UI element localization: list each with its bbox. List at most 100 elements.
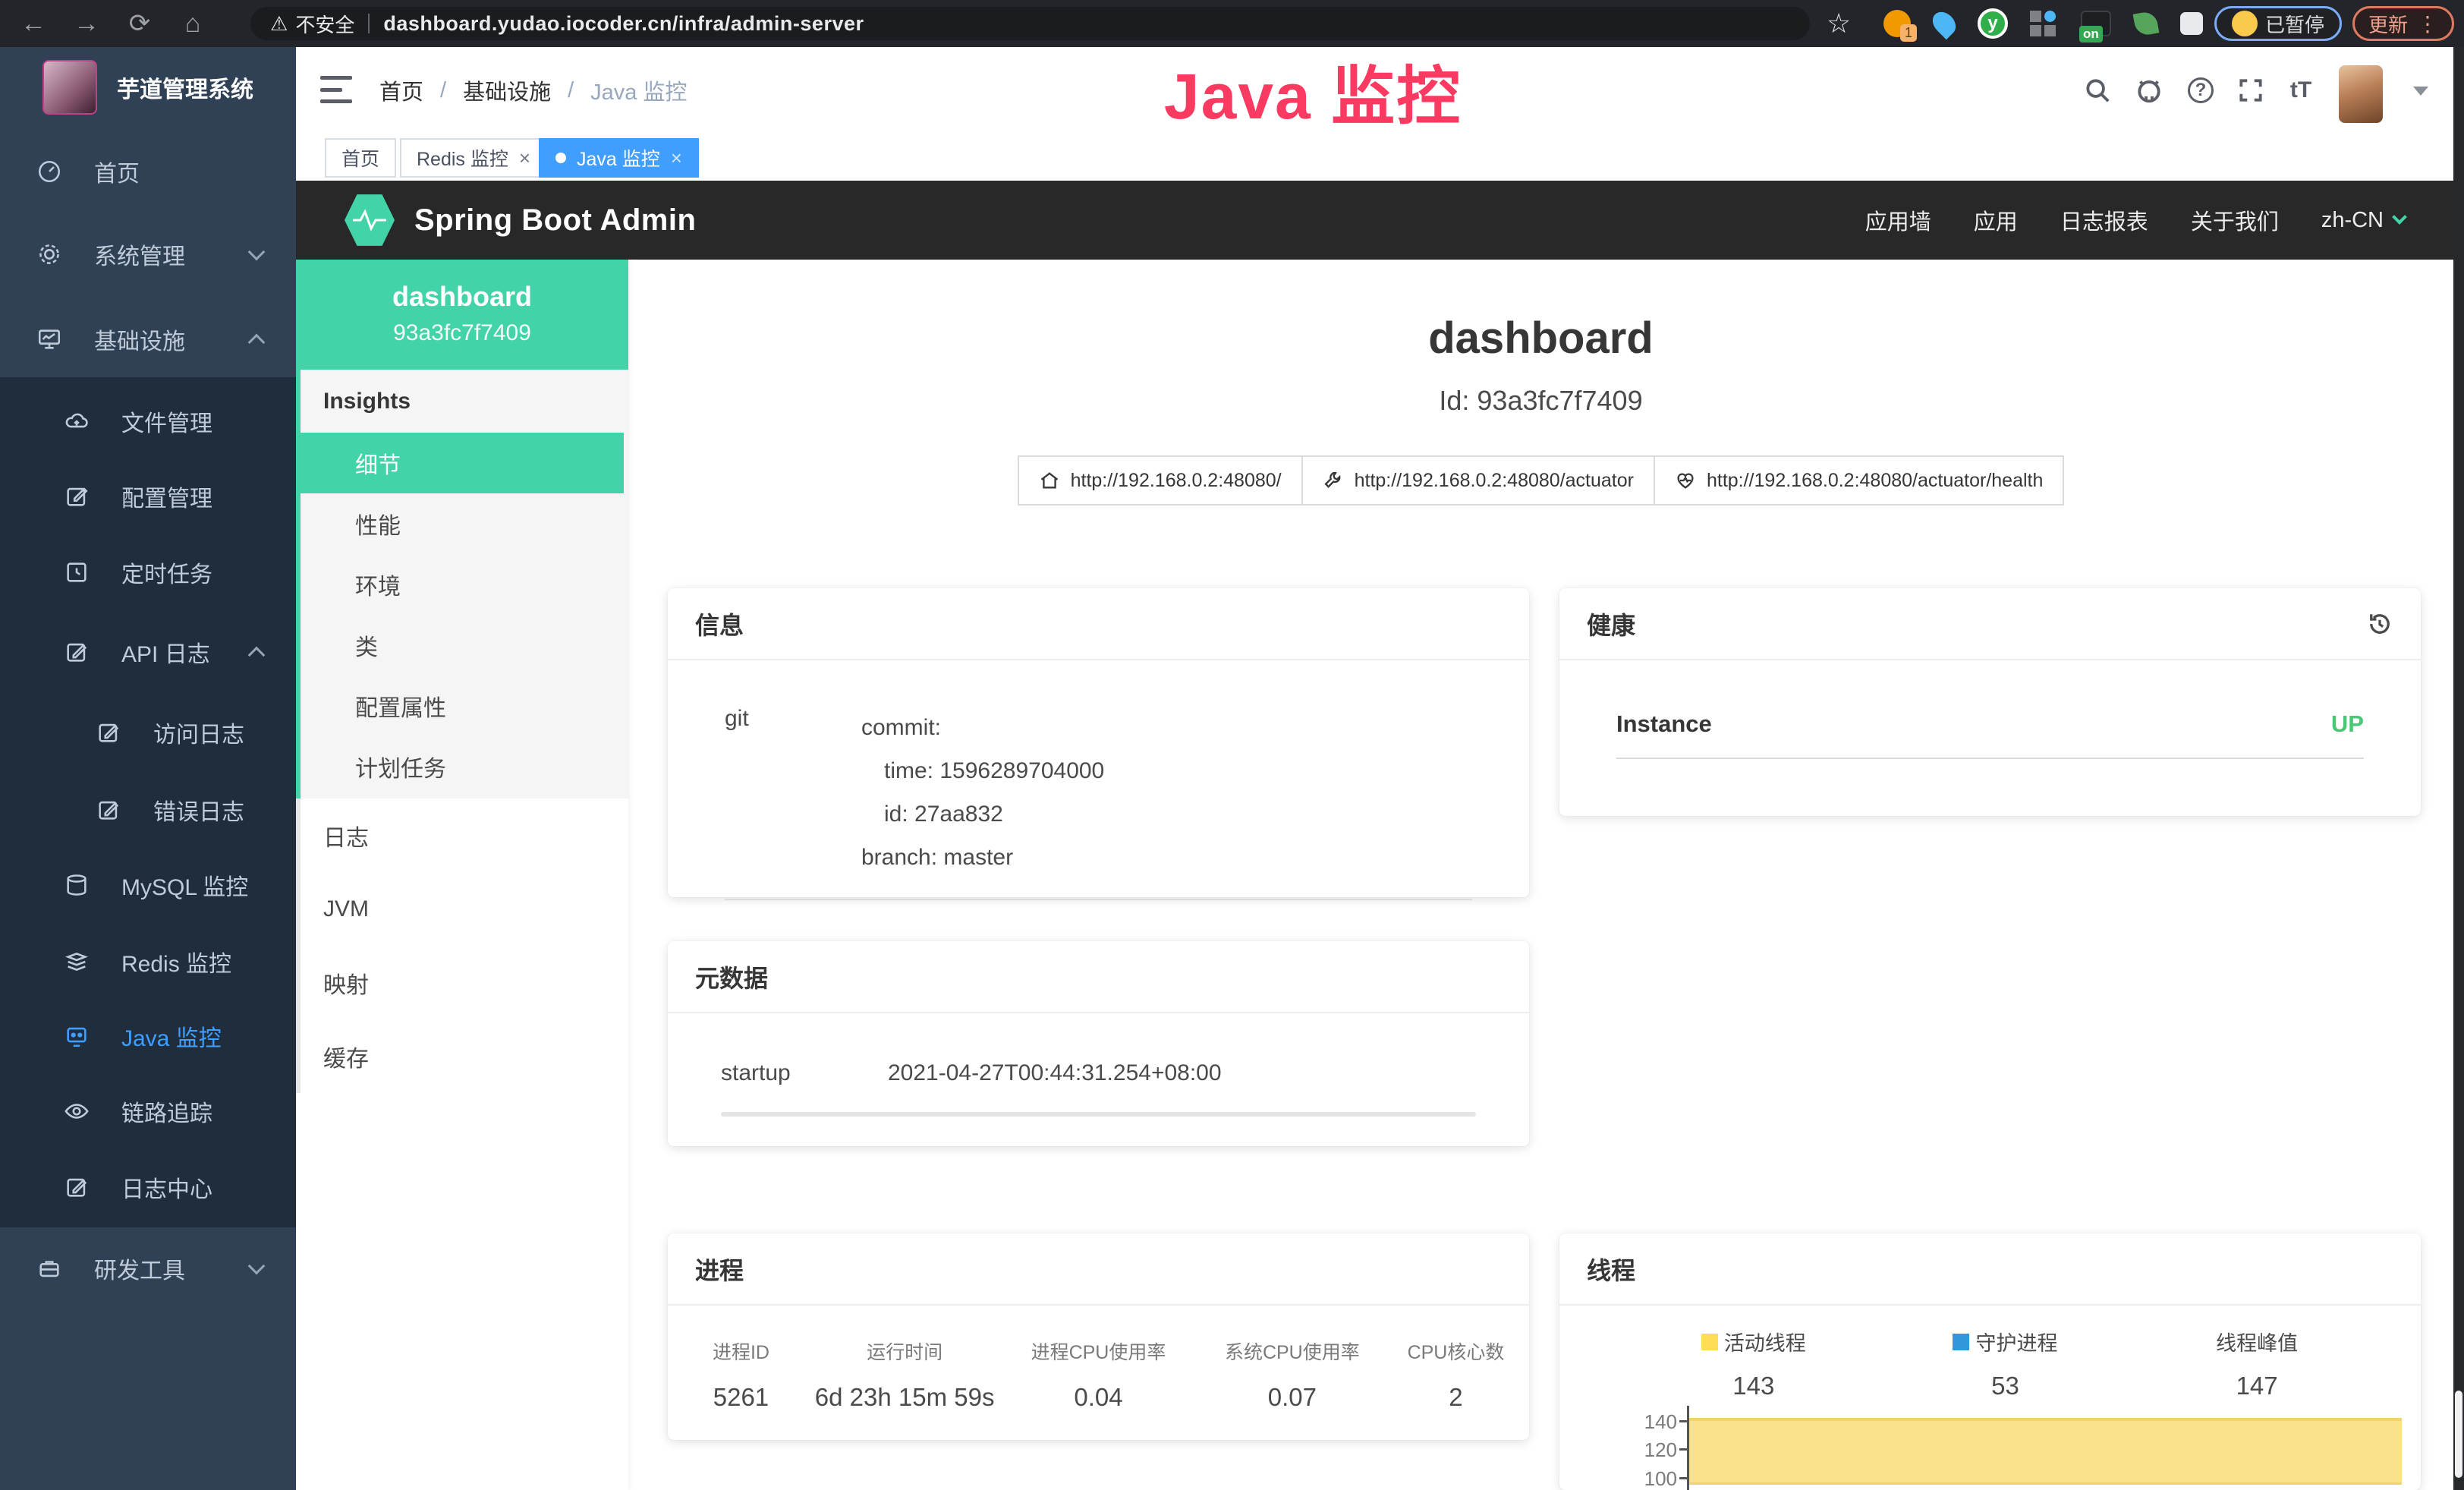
history-icon[interactable] — [2366, 610, 2393, 638]
address-bar[interactable]: ⚠ 不安全 dashboard.yudao.iocoder.cn/infra/a… — [250, 7, 1810, 40]
log-icon — [64, 639, 90, 665]
browser-menu-kebab-icon[interactable] — [2417, 11, 2438, 36]
help-icon[interactable] — [2179, 47, 2222, 134]
extension-colorzilla-icon[interactable]: 1 — [1880, 6, 1914, 41]
sidebar-item-access-log[interactable]: 访问日志 — [0, 695, 296, 770]
sidebar-item-error-log[interactable]: 错误日志 — [0, 772, 296, 848]
security-warning-label: 不安全 — [295, 10, 354, 38]
sba-link-about[interactable]: 关于我们 — [2191, 204, 2279, 236]
menu-item-logs[interactable]: 日志 — [301, 799, 628, 872]
close-icon[interactable] — [519, 146, 530, 170]
github-icon[interactable] — [2128, 47, 2170, 134]
chevron-down-icon — [2392, 209, 2407, 225]
process-card: 进程 进程ID 5261 运行时间 6d 23h 15m 59s 进程CPU使用… — [668, 1233, 1529, 1440]
scheduled-task-icon — [64, 559, 90, 585]
extension-y-icon[interactable]: y — [1975, 6, 2011, 41]
sidebar-item-dev-tools[interactable]: 研发工具 — [0, 1230, 296, 1306]
user-avatar[interactable] — [2339, 65, 2383, 123]
extension-grid-icon[interactable] — [2025, 6, 2061, 41]
metadata-card: 元数据 startup 2021-04-27T00:44:31.254+08:0… — [668, 941, 1529, 1146]
menu-item-config-props[interactable]: 配置属性 — [301, 676, 628, 736]
scrollbar-thumb[interactable] — [2455, 1391, 2462, 1478]
browser-reload-icon[interactable]: ⟳ — [117, 0, 162, 47]
home-icon — [1039, 470, 1060, 491]
browser-back-icon[interactable]: ← — [11, 0, 56, 47]
menu-item-classes[interactable]: 类 — [301, 615, 628, 676]
threads-card-title: 线程 — [1587, 1252, 1635, 1287]
sidebar-item-api-log[interactable]: API 日志 — [0, 614, 296, 690]
info-git-row: git commit: time: 1596289704000 id: 27aa… — [668, 660, 1529, 879]
page-url: dashboard.yudao.iocoder.cn/infra/admin-s… — [383, 12, 864, 36]
metadata-row-value: 2021-04-27T00:44:31.254+08:00 — [888, 1060, 1222, 1086]
browser-home-icon[interactable]: ⌂ — [170, 0, 216, 47]
sba-link-applications[interactable]: 应用 — [1974, 204, 2018, 236]
language-selector[interactable]: zh-CN — [2321, 208, 2405, 233]
gear-icon — [36, 241, 62, 267]
database-icon — [64, 872, 90, 898]
extension-switch-icon[interactable]: on — [2076, 6, 2116, 41]
menu-item-caches[interactable]: 缓存 — [301, 1019, 628, 1093]
service-url-button[interactable]: http://192.168.0.2:48080/ — [1018, 455, 1303, 506]
sidebar-item-mysql[interactable]: MySQL 监控 — [0, 847, 296, 923]
extension-leaf-icon[interactable] — [2129, 6, 2163, 41]
menu-item-mappings[interactable]: 映射 — [301, 946, 628, 1019]
sidebar-item-infra[interactable]: 基础设施 — [0, 301, 296, 377]
breadcrumb-infra[interactable]: 基础设施 — [463, 74, 551, 106]
menu-item-scheduled-tasks[interactable]: 计划任务 — [301, 736, 628, 797]
actuator-url-button[interactable]: http://192.168.0.2:48080/actuator — [1303, 455, 1655, 506]
edit-icon — [64, 484, 90, 509]
sidebar-item-home[interactable]: 首页 — [0, 134, 296, 209]
extensions-puzzle-icon[interactable] — [2175, 6, 2208, 41]
menu-item-details[interactable]: 细节 — [296, 433, 624, 493]
sidebar-item-system[interactable]: 系统管理 — [0, 216, 296, 292]
browser-update-button[interactable]: 更新 — [2352, 6, 2454, 41]
app-logo[interactable]: 芋道管理系统 — [0, 47, 296, 128]
breadcrumb-home[interactable]: 首页 — [379, 74, 423, 106]
paused-badge[interactable]: 已暂停 — [2214, 6, 2342, 41]
sidebar-item-file[interactable]: 文件管理 — [0, 383, 296, 459]
search-icon[interactable] — [2076, 47, 2119, 134]
browser-forward-icon[interactable]: → — [64, 0, 109, 47]
font-size-icon[interactable] — [2280, 47, 2322, 134]
sidebar-item-java-monitor[interactable]: Java 监控 — [0, 998, 296, 1074]
sba-brand[interactable]: Spring Boot Admin — [345, 193, 696, 247]
app-logo-image — [42, 60, 97, 115]
health-url-button[interactable]: http://192.168.0.2:48080/actuator/health — [1655, 455, 2064, 506]
toolbox-icon — [36, 1255, 62, 1281]
sidebar-item-job[interactable]: 定时任务 — [0, 534, 296, 610]
menu-item-environment[interactable]: 环境 — [301, 554, 628, 615]
blue-square-icon — [1953, 1334, 1969, 1350]
threads-card: 线程 活动线程 守护进程 线程峰值 143 53 147 — [1559, 1233, 2421, 1490]
sba-link-journal[interactable]: 日志报表 — [2060, 204, 2148, 236]
tab-home[interactable]: 首页 — [325, 138, 396, 178]
browser-toolbar: ← → ⟳ ⌂ ⚠ 不安全 dashboard.yudao.iocoder.cn… — [0, 0, 2464, 47]
extension-pin-icon[interactable] — [1927, 6, 1961, 41]
user-menu-caret-icon[interactable] — [2413, 87, 2428, 96]
y-axis-tick: 120 — [1605, 1438, 1677, 1462]
sidebar-item-config[interactable]: 配置管理 — [0, 458, 296, 534]
fullscreen-icon[interactable] — [2230, 47, 2272, 134]
daemon-threads-value: 53 — [1880, 1372, 2132, 1400]
sba-link-wallboard[interactable]: 应用墙 — [1865, 204, 1931, 236]
sidebar-item-tracing[interactable]: 链路追踪 — [0, 1073, 296, 1149]
instance-header[interactable]: dashboard 93a3fc7f7409 — [296, 260, 628, 370]
bookmark-star-icon[interactable] — [1818, 6, 1859, 41]
close-icon[interactable] — [671, 146, 682, 170]
menu-item-metrics[interactable]: 性能 — [301, 493, 628, 554]
sidebar-item-log-center[interactable]: 日志中心 — [0, 1149, 296, 1225]
page-instance-id: Id: 93a3fc7f7409 — [628, 385, 2453, 417]
tab-redis-monitor[interactable]: Redis 监控 — [400, 138, 547, 178]
security-warning-icon: ⚠ — [270, 12, 288, 36]
scrollbar[interactable] — [2453, 47, 2464, 1490]
sidebar-item-redis[interactable]: Redis 监控 — [0, 924, 296, 1000]
log-icon — [96, 720, 121, 745]
tab-java-monitor[interactable]: Java 监控 — [539, 138, 699, 178]
menu-item-jvm[interactable]: JVM — [301, 872, 628, 946]
monitor-icon — [36, 326, 62, 352]
yellow-square-icon — [1701, 1334, 1718, 1350]
page-title: dashboard — [628, 313, 2453, 364]
metadata-startup-row: startup 2021-04-27T00:44:31.254+08:00 — [668, 1013, 1529, 1086]
legend-active-threads: 活动线程 — [1628, 1327, 1880, 1356]
hamburger-icon[interactable] — [320, 76, 352, 103]
spring-boot-admin-logo-icon — [345, 193, 395, 247]
